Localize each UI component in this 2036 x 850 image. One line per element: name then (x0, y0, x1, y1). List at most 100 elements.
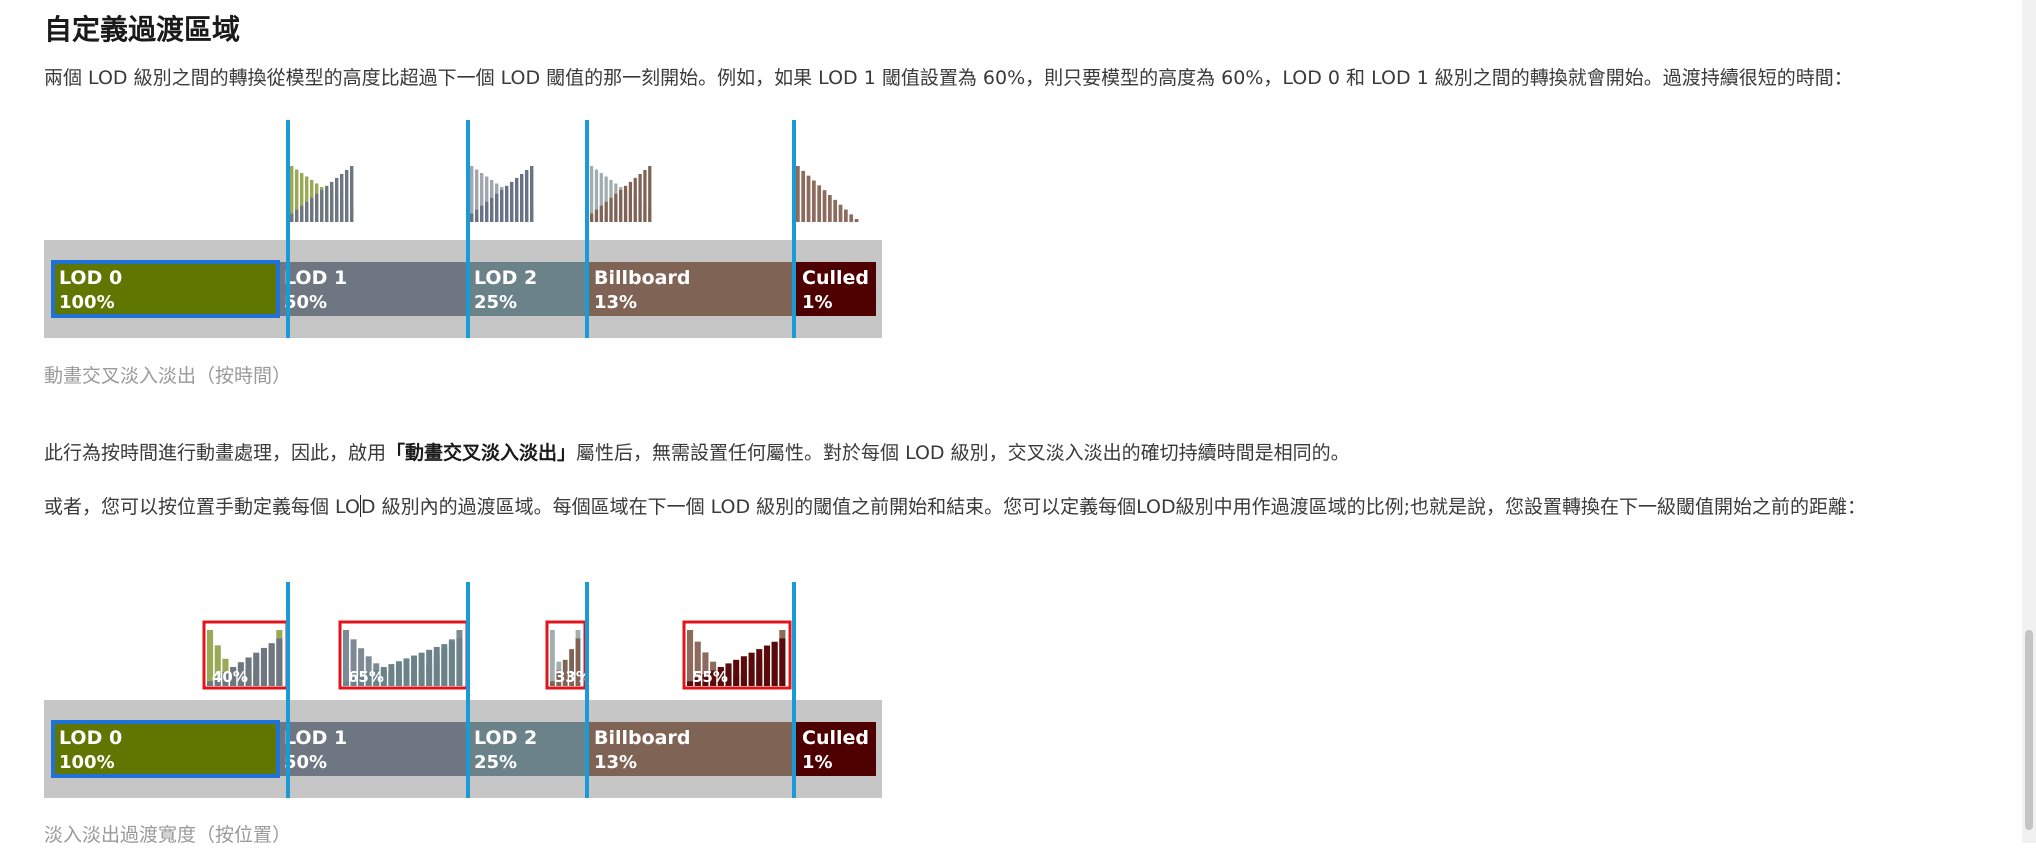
transition-zone-label-1: 40% (212, 668, 248, 686)
band-percent-lod-0: 100% (59, 752, 115, 773)
fade-bar-billboard (806, 175, 811, 222)
fade-bar-lod2 (490, 197, 494, 222)
zone-bar (260, 647, 267, 686)
fade-bar-lod2 (505, 185, 509, 222)
fade-bar-lod2 (470, 213, 474, 222)
fade-bar-lod1 (320, 189, 324, 222)
lod-diagram-position: LOD 0 100% LOD 1 50% LOD 2 25% Billboard 13% Cul… (44, 582, 882, 798)
section-heading: 自定義過渡區域 (44, 13, 241, 46)
fade-bar-billboard (594, 209, 599, 222)
zone-bar (411, 655, 418, 686)
fade-bar-lod2 (515, 177, 519, 222)
fade-bar-lod1 (340, 173, 344, 222)
zone-bar (779, 638, 786, 686)
fade-bar-billboard (628, 181, 633, 222)
fade-bar-lod1 (325, 185, 329, 222)
fade-bar-lod1 (315, 193, 319, 222)
band-percent-billboard: 13% (594, 752, 637, 773)
fade-bar-lod1 (305, 201, 309, 222)
fade-bar-lod2 (525, 169, 529, 222)
transition-zone-paragraph: 或者，您可以按位置手動定義每個 LOD 級別內的過渡區域。每個區域在下一個 LO… (44, 495, 1867, 518)
fade-bar-billboard (844, 209, 848, 222)
transition-zone-label-2: 65% (348, 668, 384, 686)
zone-bar (763, 645, 771, 686)
fade-bar-lod2 (485, 201, 489, 222)
fade-bar-billboard (633, 177, 637, 222)
fade-bar-billboard (822, 190, 827, 222)
crossfade-paragraph: 此行為按時間進行動畫處理，因此，啟用「動畫交叉淡入淡出」屬性后，無需設置任何屬性… (44, 442, 1350, 464)
zone-bar (771, 641, 778, 686)
crossfade-property-name: 「動畫交叉淡入淡出」 (386, 442, 577, 464)
zone-bar (733, 659, 740, 686)
fade-bar-lod1 (350, 166, 354, 222)
figure2-caption: 淡入淡出過渡寬度（按位置） (44, 824, 292, 846)
band-label-lod-1: LOD 1 (284, 267, 347, 289)
band-label-lod-0: LOD 0 (59, 267, 122, 289)
zone-bar (756, 649, 763, 686)
fade-bar-lod1 (310, 197, 314, 222)
fade-bar-lod2 (510, 181, 514, 222)
fade-bar-billboard (648, 166, 652, 222)
fade-bar-lod1 (335, 177, 339, 222)
band-percent-culled: 1% (802, 752, 833, 773)
fade-bar-billboard (796, 166, 800, 222)
fade-bar-billboard (801, 170, 806, 222)
figure-crossfade-time: LOD 0 100% LOD 1 50% LOD 2 25% Billboard 13% Cul… (44, 118, 884, 338)
scrollbar-thumb[interactable] (2025, 630, 2033, 830)
scrollbar-track[interactable] (2022, 0, 2036, 843)
lod-bands: LOD 0 100% LOD 1 50% LOD 2 25% Billboard 13% Cul… (53, 722, 876, 776)
fade-bar-billboard (828, 195, 832, 222)
band-label-lod-2: LOD 2 (474, 267, 537, 289)
zone-bar (740, 656, 747, 686)
band-percent-lod-2: 25% (474, 752, 517, 773)
zone-bar (426, 649, 433, 686)
fade-bar-lod2 (480, 205, 484, 222)
zone-bar (395, 661, 402, 686)
fade-bar-billboard (590, 213, 594, 222)
band-percent-lod-1: 50% (284, 752, 327, 773)
fade-bar-lod2 (500, 189, 504, 222)
fade-bar-billboard (812, 180, 816, 222)
fade-bar-lod2 (530, 166, 534, 222)
band-label-billboard: Billboard (594, 267, 690, 289)
band-percent-lod-2: 25% (474, 292, 517, 313)
zone-bar (448, 641, 455, 686)
zone-bar (403, 658, 410, 686)
fade-bar-billboard (619, 189, 623, 222)
band-percent-billboard: 13% (594, 292, 637, 313)
band-percent-culled: 1% (802, 292, 833, 313)
band-label-culled: Culled (802, 727, 869, 749)
fade-bar-billboard (623, 185, 628, 222)
zone-bar (253, 652, 260, 686)
transition-zone-label-4: 55% (692, 668, 728, 686)
band-label-billboard: Billboard (594, 727, 690, 749)
fade-bar-lod1 (330, 181, 334, 222)
zone-bar (276, 638, 283, 686)
lod-bands: LOD 0 100% LOD 1 50% LOD 2 25% Billboard 13% Cul… (53, 262, 876, 316)
fade-bar-billboard (849, 214, 854, 222)
figure1-caption: 動畫交叉淡入淡出（按時間） (44, 365, 292, 387)
fade-bar-lod2 (475, 209, 479, 222)
zone-bar (388, 664, 395, 686)
transition-zone-graphs: 40% 65% 33% 55% (202, 620, 792, 690)
band-percent-lod-1: 50% (284, 292, 327, 313)
fade-bar-lod1 (345, 169, 349, 222)
fade-bar-billboard (833, 199, 838, 222)
zone-bar (441, 644, 448, 686)
band-percent-lod-0: 100% (59, 292, 115, 313)
fade-bar-lod1 (295, 209, 299, 222)
band-label-lod-1: LOD 1 (284, 727, 347, 749)
zone-bar (268, 643, 275, 686)
fade-bar-lod2 (495, 193, 499, 222)
fade-bar-lod1 (290, 213, 294, 222)
fade-bar-lod1 (300, 205, 304, 222)
zone-bar (433, 646, 440, 686)
zone-bar (456, 638, 463, 686)
fade-bar-billboard (838, 204, 843, 222)
fade-bar-billboard (599, 205, 603, 222)
fade-bar-billboard (614, 193, 618, 222)
fade-bar-billboard (609, 197, 613, 222)
fade-bar-billboard (854, 219, 859, 222)
band-label-lod-0: LOD 0 (59, 727, 122, 749)
band-label-lod-2: LOD 2 (474, 727, 537, 749)
